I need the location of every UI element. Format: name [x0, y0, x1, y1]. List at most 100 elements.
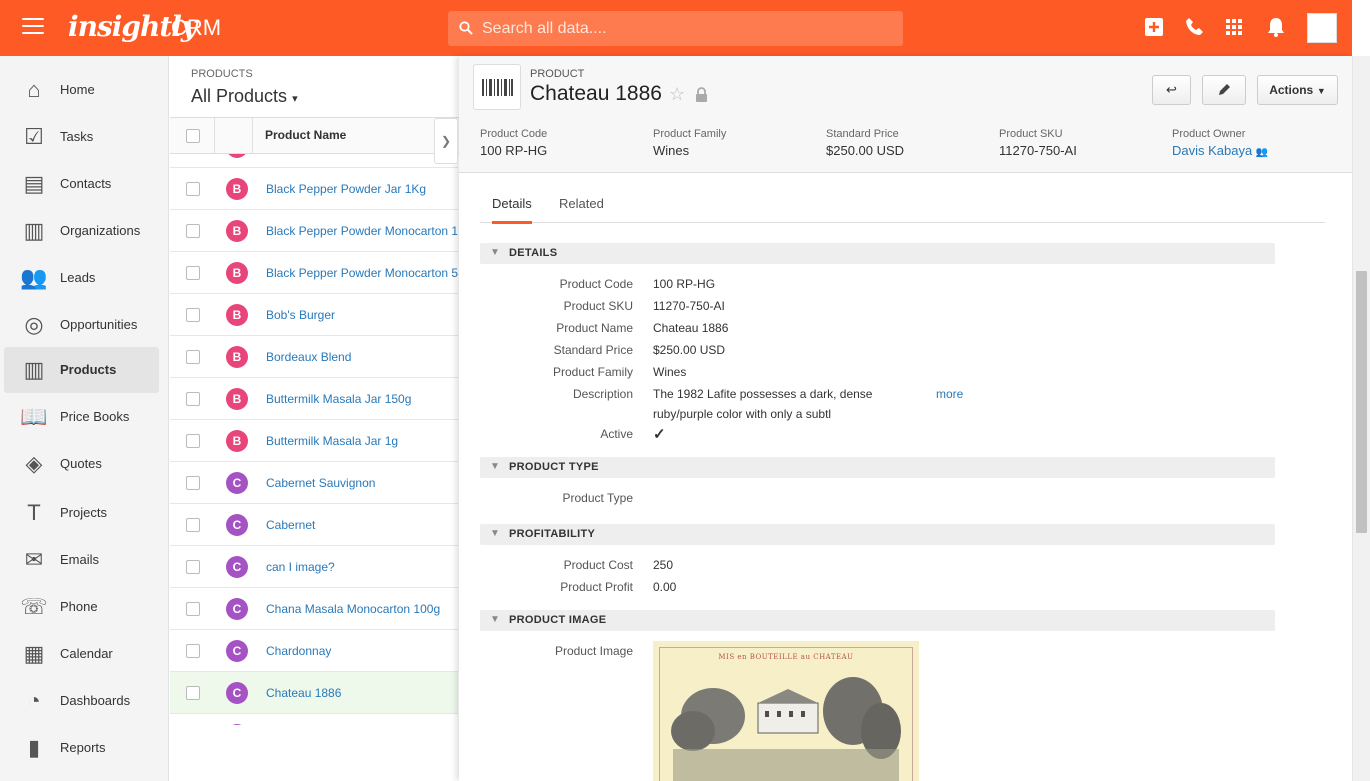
row-checkbox[interactable] [186, 350, 200, 364]
table-row[interactable]: B Buttermilk Masala Jar 150g [170, 378, 458, 420]
row-checkbox[interactable] [186, 476, 200, 490]
table-row[interactable]: C Cabernet [170, 504, 458, 546]
section-profitability[interactable]: ▼ PROFITABILITY [480, 524, 1275, 545]
owner-link[interactable]: Davis Kabaya 👥 [1172, 143, 1268, 158]
product-name-link[interactable]: Chateau 1886 [266, 686, 341, 700]
chevron-right-icon: ❯ [440, 134, 452, 148]
sidebar-item-calendar[interactable]: ▦ Calendar [4, 631, 159, 677]
row-checkbox[interactable] [186, 602, 200, 616]
sidebar-item-label: Dashboards [60, 693, 131, 708]
lock-icon[interactable] [695, 87, 708, 102]
record-title: Chateau 1886 [530, 82, 662, 105]
table-row[interactable]: Ccan I image? [170, 546, 458, 588]
sidebar-item-home[interactable]: ⌂ Home [4, 67, 159, 113]
tag-icon: ◈ [25, 451, 43, 476]
sidebar-item-label: Opportunities [60, 317, 138, 332]
table-row[interactable]: B Black Pepper Powder Monocarton 5 [170, 252, 458, 294]
bell-icon[interactable] [1265, 16, 1287, 38]
row-checkbox[interactable] [186, 308, 200, 322]
sidebar-item-contacts[interactable]: ▤ Contacts [4, 161, 159, 207]
product-name-link[interactable]: Black Pepper Powder Monocarton 5 [266, 266, 458, 280]
row-checkbox[interactable] [186, 518, 200, 532]
table-row[interactable]: C Chana Masala Monocarton 100g [170, 588, 458, 630]
table-row[interactable]: C Chateau 1886 [170, 672, 458, 714]
table-row[interactable]: B Bob's Burger [170, 294, 458, 336]
column-header-product-name[interactable]: Product Name [265, 128, 346, 142]
product-name-link[interactable]: Bob's Burger [266, 308, 335, 322]
product-name-link[interactable]: Chardonnay [266, 644, 331, 658]
actions-button[interactable]: Actions ▼ [1257, 75, 1338, 105]
sidebar-item-dashboards[interactable]: ◔ Dashboards [4, 678, 159, 724]
tab-related[interactable]: Related [559, 196, 604, 221]
table-row[interactable]: B Black Pepper Powder Jar 1Kg [170, 168, 458, 210]
row-checkbox[interactable] [186, 224, 200, 238]
scrollbar-thumb[interactable] [1356, 271, 1367, 533]
sidebar: ⌂ Home ☑ Tasks ▤ Contacts ▥ Organizations 👥 Leads… [0, 56, 169, 781]
sidebar-item-emails[interactable]: ✉ Emails [4, 537, 159, 583]
edit-button[interactable] [1202, 75, 1246, 105]
plus-square-icon[interactable] [1143, 16, 1165, 38]
product-name-link[interactable]: Cabernet [266, 518, 315, 532]
row-checkbox[interactable] [186, 392, 200, 406]
sidebar-item-organizations[interactable]: ▥ Organizations [4, 208, 159, 254]
table-row[interactable]: C Chardonnay [170, 630, 458, 672]
table-row[interactable] [170, 154, 458, 168]
back-button[interactable]: ↩ [1152, 75, 1191, 105]
product-name-link[interactable]: Cabernet Sauvignon [266, 476, 375, 490]
row-checkbox[interactable] [186, 560, 200, 574]
section-product-type[interactable]: ▼ PRODUCT TYPE [480, 457, 1275, 478]
section-product-image[interactable]: ▼ PRODUCT IMAGE [480, 610, 1275, 631]
collapse-panel-button[interactable]: ❯ [434, 118, 458, 164]
user-avatar[interactable] [1307, 13, 1337, 43]
section-title: PROFITABILITY [509, 528, 596, 540]
more-link[interactable]: more [936, 387, 963, 401]
table-row[interactable]: B Bordeaux Blend [170, 336, 458, 378]
table-row[interactable]: CChateau Petrus [170, 714, 458, 725]
sidebar-item-projects[interactable]: T Projects [4, 490, 159, 536]
product-name-link[interactable]: Buttermilk Masala Jar 150g [266, 392, 411, 406]
table-row[interactable]: B Black Pepper Powder Monocarton 1 [170, 210, 458, 252]
sidebar-item-reports[interactable]: ▮ Reports [4, 725, 159, 771]
row-checkbox[interactable] [186, 266, 200, 280]
row-avatar: B [226, 388, 248, 410]
search-box[interactable] [448, 11, 903, 46]
sidebar-item-leads[interactable]: 👥 Leads [4, 255, 159, 301]
row-checkbox[interactable] [186, 434, 200, 448]
summary-key: Standard Price [826, 128, 899, 140]
page-scrollbar[interactable] [1352, 56, 1370, 781]
sidebar-item-quotes[interactable]: ◈ Quotes [4, 441, 159, 487]
checkmark-icon: ✓ [653, 426, 666, 443]
row-checkbox[interactable] [186, 644, 200, 658]
select-all-checkbox[interactable] [186, 129, 200, 143]
summary-value: 100 RP-HG [480, 143, 548, 158]
star-icon[interactable]: ☆ [669, 84, 685, 105]
field-label: Standard Price [553, 343, 633, 357]
grid-icon[interactable] [1223, 16, 1245, 38]
phone-icon[interactable] [1184, 16, 1206, 38]
product-image[interactable]: MIS en BOUTEILLE au CHATEAU [653, 641, 919, 781]
product-name-link[interactable]: Black Pepper Powder Monocarton 1 [266, 224, 458, 238]
section-details[interactable]: ▼ DETAILS [480, 243, 1275, 264]
tab-details[interactable]: Details [492, 196, 532, 224]
row-checkbox[interactable] [186, 686, 200, 700]
summary-key: Product Code [480, 128, 548, 140]
sidebar-item-opportunities[interactable]: ◎ Opportunities [4, 302, 159, 348]
sidebar-item-price-books[interactable]: 📖 Price Books [4, 394, 159, 440]
summary-product-family: Product Family Wines [653, 128, 726, 158]
product-name-link[interactable]: Buttermilk Masala Jar 1g [266, 434, 398, 448]
product-name-link[interactable]: Bordeaux Blend [266, 350, 351, 364]
summary-value: Wines [653, 143, 690, 158]
product-name-link[interactable]: can I image? [266, 560, 335, 574]
sidebar-item-tasks[interactable]: ☑ Tasks [4, 114, 159, 160]
product-name-link[interactable]: Black Pepper Powder Jar 1Kg [266, 182, 426, 196]
view-selector[interactable]: All Products ▾ [191, 86, 298, 107]
product-name-link[interactable]: Chana Masala Monocarton 100g [266, 602, 440, 616]
menu-icon[interactable] [22, 18, 44, 36]
table-row[interactable]: C Cabernet Sauvignon [170, 462, 458, 504]
field-label: Product Code [559, 277, 633, 291]
table-row[interactable]: B Buttermilk Masala Jar 1g [170, 420, 458, 462]
row-checkbox[interactable] [186, 182, 200, 196]
sidebar-item-phone[interactable]: ☏ Phone [4, 584, 159, 630]
search-input[interactable] [482, 11, 882, 46]
sidebar-item-products[interactable]: ▥ Products [4, 347, 159, 393]
